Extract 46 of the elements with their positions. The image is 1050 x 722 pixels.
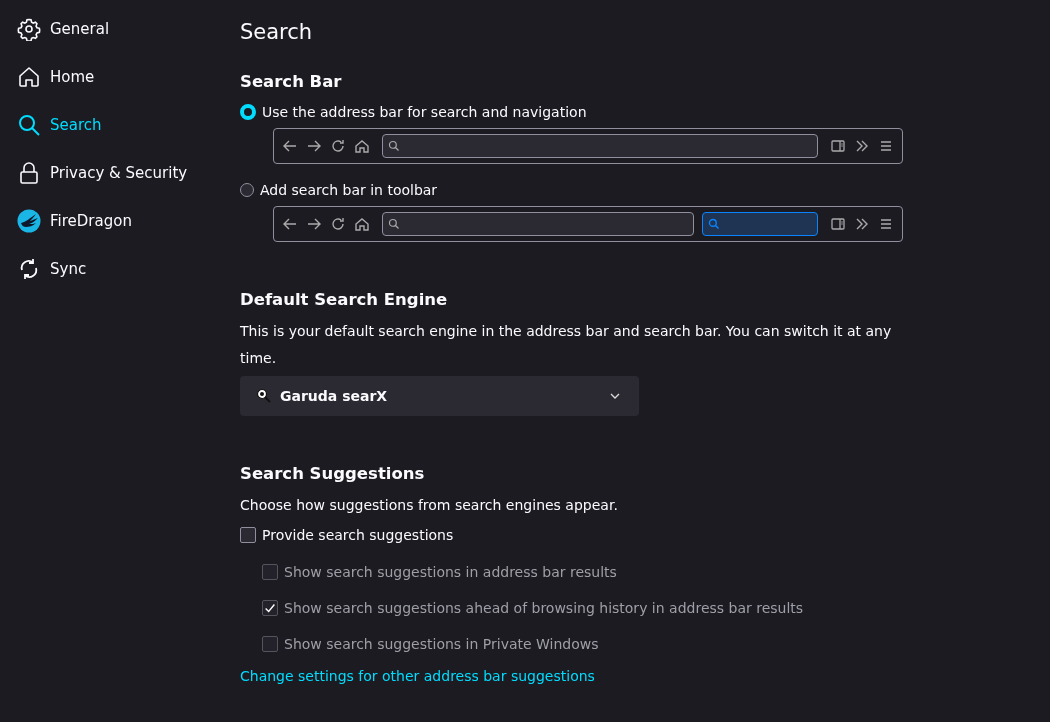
dragon-logo-icon [17,209,41,233]
search-icon [388,140,400,152]
radio-label: Add search bar in toolbar [260,182,438,198]
section-description: Choose how suggestions from search engines appear. [240,496,619,515]
checkbox-label: Show search suggestions in address bar results [284,564,617,580]
search-icon [17,113,41,137]
sidebar-item[interactable]: FireDragon [0,197,240,245]
sidebar-item[interactable]: Privacy & Security [0,149,240,197]
reload-icon [330,216,346,232]
settings-link[interactable]: Change settings for other address bar suggestions [240,668,595,684]
checkbox-label: Show search suggestions ahead of browsing history in address bar results [284,600,804,616]
chevrons-icon [854,138,870,154]
sidebar-item[interactable]: Sync [0,245,240,293]
home-icon [354,138,370,154]
magnifier-icon [256,388,272,404]
sidebar-item[interactable]: General [0,5,240,53]
checkbox-label: Provide search suggestions [262,527,454,543]
radio-label: Use the address bar for search and navigation [262,104,587,120]
checkbox-label: Show search suggestions in Private Windows [284,636,599,652]
sidebar-icon [830,216,846,232]
forward-arrow-icon [306,216,322,232]
back-arrow-icon [282,216,298,232]
section-description: This is your default search engine in the address bar and search bar. You can switch it at any time. [240,322,893,368]
home-icon [354,216,370,232]
search-icon [388,218,400,230]
checkbox[interactable] [240,527,256,543]
sidebar-item[interactable]: Search [0,101,240,149]
menu-icon [878,138,894,154]
menu-icon [878,216,894,232]
forward-arrow-icon [306,138,322,154]
back-arrow-icon [282,138,298,154]
page-title: Search [240,19,314,46]
lock-icon [17,161,41,185]
chevrons-icon [854,216,870,232]
gear-icon [17,17,41,41]
radio-button[interactable] [240,104,256,120]
section-heading: Search Suggestions [240,463,426,485]
search-icon [708,218,720,230]
home-icon [17,65,41,89]
sidebar-icon [830,138,846,154]
section-heading: Default Search Engine [240,289,449,311]
section-heading: Search Bar [240,71,343,93]
search-engine-dropdown[interactable]: Garuda searX [240,376,639,416]
radio-button[interactable] [240,183,254,197]
reload-icon [330,138,346,154]
sidebar-item[interactable]: Home [0,53,240,101]
